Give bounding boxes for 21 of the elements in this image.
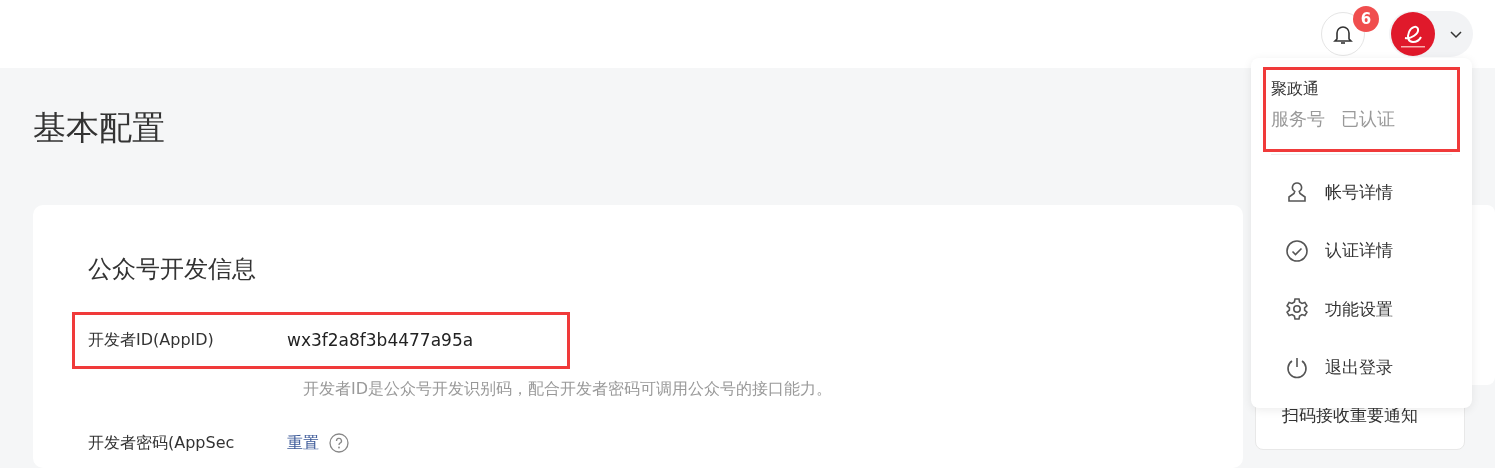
user-icon [1285,180,1309,205]
menu-item[interactable]: 功能设置 [1263,280,1460,339]
account-button[interactable] [1389,11,1473,57]
field-label: 开发者密码(AppSec [88,431,236,454]
account-name: 聚政通 [1271,78,1320,100]
reset-link[interactable]: 重置 [287,430,319,455]
page-title: 基本配置 [33,108,165,148]
verification-status: 已认证 [1341,107,1395,131]
menu-item[interactable]: 帐号详情 [1263,163,1460,222]
menu-item[interactable]: 认证详情 [1263,221,1460,280]
field-value: wx3f2a8f3b4477a95a [287,328,474,352]
settings-icon [1285,297,1309,322]
avatar-logo-icon [1391,12,1435,56]
field-label: 开发者ID(AppID) [88,329,215,352]
check-circle-icon [1285,238,1309,263]
account-type: 服务号 [1271,107,1325,131]
help-icon[interactable] [329,432,349,453]
notification-badge: 6 [1353,6,1379,32]
power-icon [1285,355,1309,380]
field-description: 开发者ID是公众号开发识别码，配合开发者密码可调用公众号的接口能力。 [303,377,834,400]
section-title: 公众号开发信息 [88,255,257,284]
